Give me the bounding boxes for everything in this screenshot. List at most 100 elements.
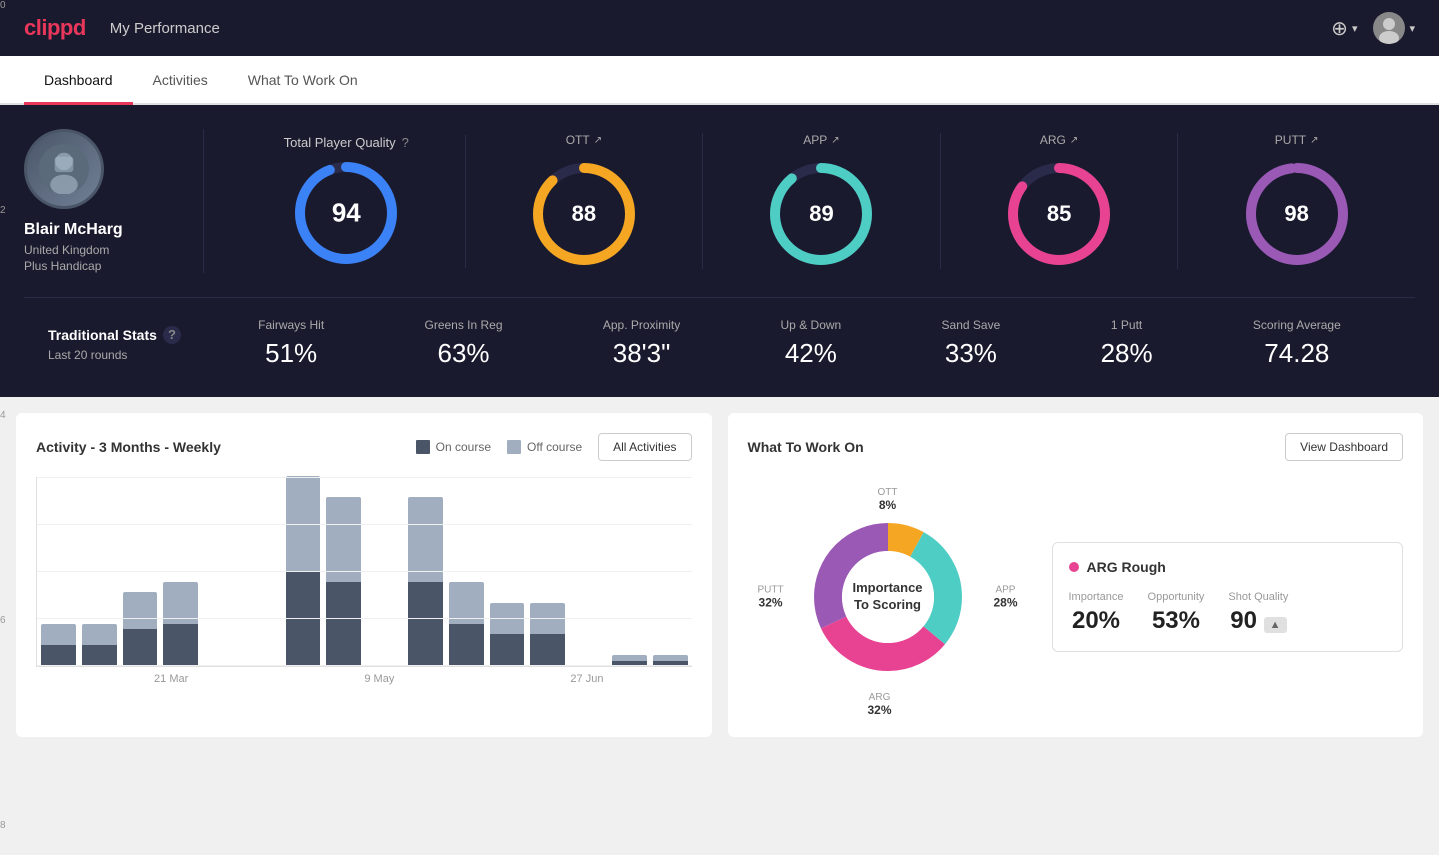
stat-item: Up & Down 42%	[781, 318, 842, 369]
stat-item: Sand Save 33%	[942, 318, 1001, 369]
bar-group	[653, 655, 688, 666]
stats-info-icon[interactable]: ?	[163, 326, 181, 344]
nav-tabs: Dashboard Activities What To Work On	[0, 56, 1439, 105]
on-course-bar	[41, 645, 76, 666]
scores-grid: Total Player Quality ? 94 OTT ↗	[204, 129, 1415, 273]
chart-wrapper: 86420 21 Mar9 May27 Jun	[36, 477, 692, 685]
app-score: APP ↗ 89	[703, 133, 941, 269]
putt-value: 98	[1284, 201, 1308, 227]
add-icon: ⊕	[1331, 16, 1348, 41]
chart-with-y: 86420	[36, 477, 692, 667]
arg-arrow: ↗	[1070, 135, 1078, 146]
bar-group	[204, 664, 239, 666]
stacked-bar	[326, 497, 361, 666]
quality-badge: ▲	[1264, 617, 1287, 633]
off-course-bar	[163, 582, 198, 624]
detail-dot	[1069, 562, 1079, 572]
tpq-score: Total Player Quality ? 94	[228, 135, 466, 268]
ott-arrow: ↗	[594, 135, 602, 146]
ott-label: OTT ↗	[566, 133, 602, 147]
bar-group	[326, 497, 361, 666]
off-course-bar	[490, 603, 525, 635]
off-course-bar	[326, 497, 361, 581]
arg-donut-label: ARG 32%	[868, 692, 892, 717]
header-left: clippd My Performance	[24, 15, 220, 41]
ott-score: OTT ↗ 88	[466, 133, 704, 269]
detail-metric-label: Opportunity	[1148, 591, 1205, 603]
stacked-bar	[653, 655, 688, 666]
on-course-bar	[653, 661, 688, 666]
y-label: 4	[0, 410, 6, 421]
stat-item: Fairways Hit 51%	[258, 318, 324, 369]
putt-donut-label: PUTT 32%	[758, 585, 784, 610]
arg-value: 85	[1047, 201, 1071, 227]
wtwo-header: What To Work On View Dashboard	[748, 433, 1404, 461]
stat-item: Scoring Average 74.28	[1253, 318, 1341, 369]
view-dashboard-button[interactable]: View Dashboard	[1285, 433, 1403, 461]
legend-off-course: Off course	[507, 440, 582, 454]
tab-activities[interactable]: Activities	[133, 56, 228, 105]
empty-bar	[245, 664, 280, 666]
player-avatar	[24, 129, 104, 209]
info-icon[interactable]: ?	[402, 135, 409, 150]
stat-item: 1 Putt 28%	[1101, 318, 1153, 369]
chart-x-labels: 21 Mar9 May27 Jun	[36, 667, 692, 685]
off-course-box	[507, 440, 521, 454]
y-label: 0	[0, 0, 6, 11]
on-course-bar	[123, 629, 158, 666]
stats-section: Traditional Stats ? Last 20 rounds Fairw…	[24, 298, 1415, 397]
stat-label: App. Proximity	[603, 318, 680, 332]
y-label: 2	[0, 205, 6, 216]
arg-gauge: 85	[1004, 159, 1114, 269]
wtwo-title: What To Work On	[748, 439, 864, 455]
bar-group	[82, 624, 117, 666]
donut-center: Importance To Scoring	[852, 580, 922, 614]
player-info: Blair McHarg United Kingdom Plus Handica…	[24, 129, 204, 273]
stacked-bar	[449, 582, 484, 666]
y-label: 6	[0, 615, 6, 626]
on-course-bar	[449, 624, 484, 666]
app-value: 89	[809, 201, 833, 227]
user-chevron: ▾	[1409, 22, 1415, 35]
stat-value: 33%	[942, 338, 1001, 369]
header-right: ⊕ ▾ ▾	[1331, 12, 1415, 44]
detail-metric-value: 90 ▲	[1228, 607, 1288, 635]
stats-values: Fairways Hit 51%Greens In Reg 63%App. Pr…	[208, 318, 1391, 369]
stacked-bar	[490, 603, 525, 666]
bar-group	[245, 664, 280, 666]
chart-legend: On course Off course	[416, 440, 583, 454]
off-course-bar	[41, 624, 76, 645]
player-handicap: Plus Handicap	[24, 259, 101, 273]
stacked-bar	[41, 624, 76, 666]
putt-score: PUTT ↗ 98	[1178, 133, 1415, 269]
detail-metric-item: Shot Quality 90 ▲	[1228, 591, 1288, 635]
all-activities-button[interactable]: All Activities	[598, 433, 691, 461]
empty-bar	[204, 664, 239, 666]
on-course-bar	[490, 634, 525, 666]
off-course-bar	[408, 497, 443, 581]
empty-bar	[367, 664, 402, 666]
on-course-box	[416, 440, 430, 454]
bar-group	[449, 582, 484, 666]
activity-card: Activity - 3 Months - Weekly On course O…	[16, 413, 712, 737]
y-label: 8	[0, 820, 6, 831]
empty-bar	[571, 664, 606, 666]
detail-metric-value: 53%	[1148, 607, 1205, 635]
tab-what-to-work-on[interactable]: What To Work On	[228, 56, 378, 105]
off-course-bar	[530, 603, 565, 635]
user-menu[interactable]: ▾	[1373, 12, 1415, 44]
header: clippd My Performance ⊕ ▾ ▾	[0, 0, 1439, 56]
stat-label: Scoring Average	[1253, 318, 1341, 332]
add-button[interactable]: ⊕ ▾	[1331, 16, 1357, 41]
stacked-bar	[163, 582, 198, 666]
detail-card-title: ARG Rough	[1069, 559, 1387, 575]
tpq-value: 94	[332, 197, 361, 228]
stats-title: Traditional Stats ?	[48, 326, 208, 344]
stacked-bar	[530, 603, 565, 666]
activity-title: Activity - 3 Months - Weekly	[36, 439, 221, 455]
stat-value: 63%	[424, 338, 502, 369]
logo[interactable]: clippd	[24, 15, 86, 41]
bar-group	[41, 624, 76, 666]
avatar	[1373, 12, 1405, 44]
tab-dashboard[interactable]: Dashboard	[24, 56, 133, 105]
